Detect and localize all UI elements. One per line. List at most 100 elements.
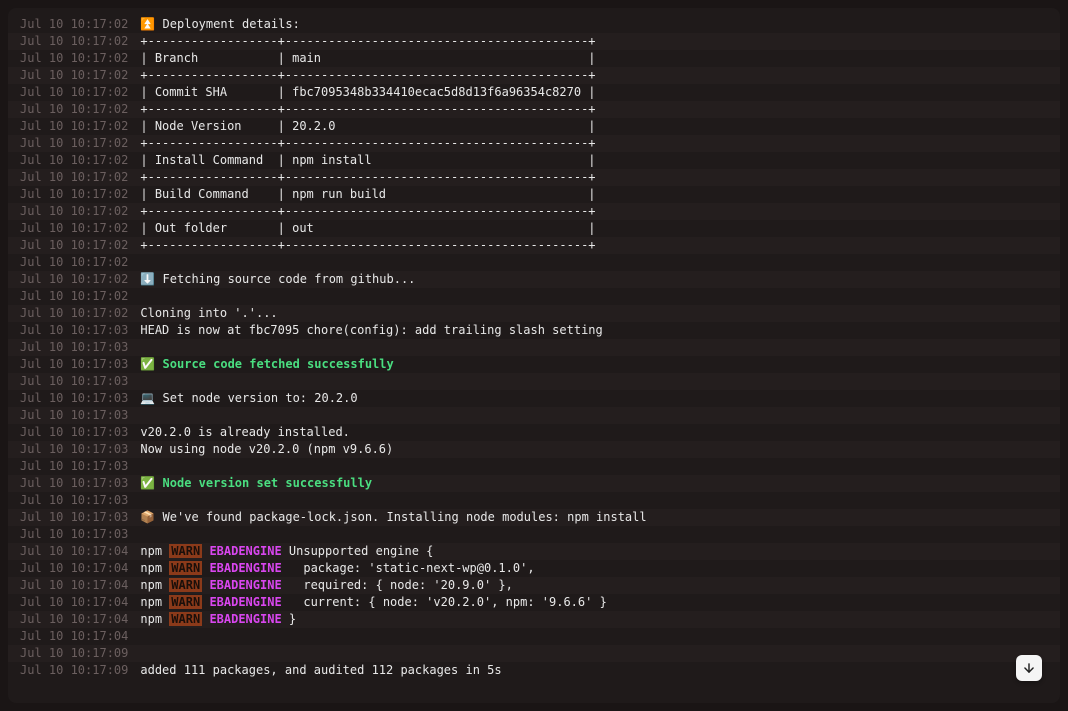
log-timestamp: Jul 10 10:17:02: [20, 16, 128, 33]
log-timestamp: Jul 10 10:17:03: [20, 509, 128, 526]
log-row: Jul 10 10:17:03 v20.2.0 is already instal…: [8, 424, 1060, 441]
log-timestamp: Jul 10 10:17:03: [20, 322, 128, 339]
log-timestamp: Jul 10 10:17:02: [20, 220, 128, 237]
log-row: Jul 10 10:17:04 npm WARN EBADENGINE }: [8, 611, 1060, 628]
log-timestamp: Jul 10 10:17:03: [20, 526, 128, 543]
log-timestamp: Jul 10 10:17:03: [20, 356, 128, 373]
log-message: | Out folder | out |: [140, 220, 595, 237]
log-message: +------------------+--------------------…: [140, 203, 595, 220]
log-timestamp: Jul 10 10:17:02: [20, 169, 128, 186]
log-row: Jul 10 10:17:02 +------------------+-----…: [8, 203, 1060, 220]
log-timestamp: Jul 10 10:17:09: [20, 662, 128, 679]
log-timestamp: Jul 10 10:17:02: [20, 33, 128, 50]
log-row: Jul 10 10:17:02 | Node Version | 20.2.0 |: [8, 118, 1060, 135]
log-row: Jul 10 10:17:02: [8, 254, 1060, 271]
log-message: +------------------+--------------------…: [140, 101, 595, 118]
log-row: Jul 10 10:17:02 | Out folder | out |: [8, 220, 1060, 237]
log-timestamp: Jul 10 10:17:02: [20, 135, 128, 152]
log-row: Jul 10 10:17:04 npm WARN EBADENGINE Unsup…: [8, 543, 1060, 560]
log-row: Jul 10 10:17:02 | Install Command | npm i…: [8, 152, 1060, 169]
log-timestamp: Jul 10 10:17:02: [20, 101, 128, 118]
log-row: Jul 10 10:17:02 ⏫ Deployment details:: [8, 16, 1060, 33]
log-message: +------------------+--------------------…: [140, 169, 595, 186]
scroll-to-bottom-button[interactable]: [1016, 655, 1042, 681]
log-message: | Install Command | npm install |: [140, 152, 595, 169]
log-row: Jul 10 10:17:02 | Branch | main |: [8, 50, 1060, 67]
log-row: Jul 10 10:17:03: [8, 526, 1060, 543]
log-message: npm WARN EBADENGINE Unsupported engine {: [140, 543, 433, 560]
log-timestamp: Jul 10 10:17:04: [20, 594, 128, 611]
log-timestamp: Jul 10 10:17:03: [20, 373, 128, 390]
log-timestamp: Jul 10 10:17:03: [20, 458, 128, 475]
log-timestamp: Jul 10 10:17:04: [20, 543, 128, 560]
log-message: npm WARN EBADENGINE current: { node: 'v2…: [140, 594, 606, 611]
log-message: v20.2.0 is already installed.: [140, 424, 350, 441]
log-timestamp: Jul 10 10:17:03: [20, 441, 128, 458]
log-timestamp: Jul 10 10:17:09: [20, 645, 128, 662]
log-timestamp: Jul 10 10:17:02: [20, 50, 128, 67]
log-message: +------------------+--------------------…: [140, 33, 595, 50]
log-message: ✅ Node version set successfully: [140, 475, 372, 492]
log-message: 📦 We've found package-lock.json. Install…: [140, 509, 646, 526]
log-row: Jul 10 10:17:03HEAD is now at fbc7095 ch…: [8, 322, 1060, 339]
log-timestamp: Jul 10 10:17:02: [20, 203, 128, 220]
log-row: Jul 10 10:17:04 npm WARN EBADENGINE packa…: [8, 560, 1060, 577]
log-timestamp: Jul 10 10:17:02: [20, 118, 128, 135]
log-row: Jul 10 10:17:02 | Commit SHA | fbc7095348…: [8, 84, 1060, 101]
log-message: added 111 packages, and audited 112 pack…: [140, 662, 501, 679]
log-message: npm WARN EBADENGINE required: { node: '2…: [140, 577, 513, 594]
log-message: ⬇️ Fetching source code from github...: [140, 271, 415, 288]
log-row: Jul 10 10:17:04: [8, 628, 1060, 645]
log-timestamp: Jul 10 10:17:02: [20, 67, 128, 84]
log-timestamp: Jul 10 10:17:03: [20, 424, 128, 441]
log-message: +------------------+--------------------…: [140, 135, 595, 152]
log-row: Jul 10 10:17:03: [8, 492, 1060, 509]
log-row: Jul 10 10:17:03: [8, 407, 1060, 424]
log-message: npm WARN EBADENGINE package: 'static-nex…: [140, 560, 534, 577]
log-timestamp: Jul 10 10:17:02: [20, 152, 128, 169]
log-row: Jul 10 10:17:02 +------------------+-----…: [8, 135, 1060, 152]
log-message: | Branch | main |: [140, 50, 595, 67]
log-message: +------------------+--------------------…: [140, 237, 595, 254]
log-row: Jul 10 10:17:03 📦 We've found package-loc…: [8, 509, 1060, 526]
log-viewer[interactable]: Jul 10 10:17:02⏫ Deployment details:Jul …: [8, 8, 1060, 703]
log-row: Jul 10 10:17:02 ⬇️ Fetching source code f…: [8, 271, 1060, 288]
log-timestamp: Jul 10 10:17:02: [20, 186, 128, 203]
log-message: | Commit SHA | fbc7095348b334410ecac5d8d…: [140, 84, 595, 101]
log-message: ⏫ Deployment details:: [140, 16, 299, 33]
log-timestamp: Jul 10 10:17:03: [20, 339, 128, 356]
log-timestamp: Jul 10 10:17:03: [20, 475, 128, 492]
arrow-down-icon: [1022, 661, 1036, 675]
log-row: Jul 10 10:17:03 ✅ Node version set succes…: [8, 475, 1060, 492]
log-row: Jul 10 10:17:02 +------------------+-----…: [8, 237, 1060, 254]
log-timestamp: Jul 10 10:17:02: [20, 237, 128, 254]
log-row: Jul 10 10:17:02 | Build Command | npm run…: [8, 186, 1060, 203]
log-row: Jul 10 10:17:04 npm WARN EBADENGINE curre…: [8, 594, 1060, 611]
log-row: Jul 10 10:17:03Now using node v20.2.0 (n…: [8, 441, 1060, 458]
log-row: Jul 10 10:17:03: [8, 339, 1060, 356]
log-timestamp: Jul 10 10:17:02: [20, 254, 128, 271]
log-message: 💻 Set node version to: 20.2.0: [140, 390, 357, 407]
log-row: Jul 10 10:17:03: [8, 458, 1060, 475]
log-timestamp: Jul 10 10:17:04: [20, 560, 128, 577]
log-row: Jul 10 10:17:04npm WARN EBADENGINE requi…: [8, 577, 1060, 594]
log-row: Jul 10 10:17:09: [8, 645, 1060, 662]
log-timestamp: Jul 10 10:17:04: [20, 628, 128, 645]
log-row: Jul 10 10:17:09 added 111 packages, and a…: [8, 662, 1060, 679]
log-row: Jul 10 10:17:02 +------------------+-----…: [8, 67, 1060, 84]
log-message: npm WARN EBADENGINE }: [140, 611, 296, 628]
log-row: Jul 10 10:17:03: [8, 373, 1060, 390]
log-message: +------------------+--------------------…: [140, 67, 595, 84]
log-timestamp: Jul 10 10:17:02: [20, 271, 128, 288]
log-row: Jul 10 10:17:02 +------------------+-----…: [8, 169, 1060, 186]
log-message: | Build Command | npm run build |: [140, 186, 595, 203]
log-timestamp: Jul 10 10:17:02: [20, 84, 128, 101]
log-timestamp: Jul 10 10:17:03: [20, 390, 128, 407]
log-timestamp: Jul 10 10:17:04: [20, 611, 128, 628]
log-message: Cloning into '.'...: [140, 305, 277, 322]
log-message: | Node Version | 20.2.0 |: [140, 118, 595, 135]
log-timestamp: Jul 10 10:17:02: [20, 305, 128, 322]
log-row: Jul 10 10:17:02 Cloning into '.'...: [8, 305, 1060, 322]
log-row: Jul 10 10:17:03 💻 Set node version to: 20…: [8, 390, 1060, 407]
log-row: Jul 10 10:17:03✅ Source code fetched suc…: [8, 356, 1060, 373]
